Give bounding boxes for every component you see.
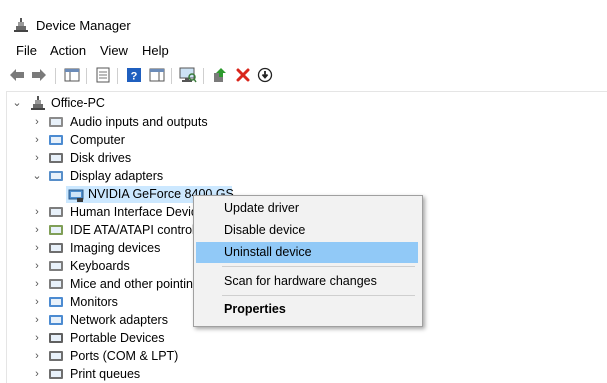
disk-drive-icon (49, 153, 63, 163)
computer-icon (49, 135, 63, 145)
show-action-pane-icon[interactable] (148, 66, 166, 84)
mouse-icon (49, 279, 63, 289)
back-icon[interactable] (8, 66, 26, 84)
speaker-icon (49, 117, 63, 127)
port-icon (49, 351, 63, 361)
camera-icon (49, 243, 63, 253)
menu-help[interactable]: Help (142, 43, 169, 58)
update-driver-icon[interactable] (211, 66, 229, 84)
window-title: Device Manager (36, 18, 131, 33)
tree-category-label: Human Interface Devic (70, 205, 198, 219)
tree-category-label: Monitors (70, 295, 118, 309)
menu-separator (222, 295, 415, 296)
menu-view[interactable]: View (100, 43, 128, 58)
disable-device-icon[interactable] (256, 66, 274, 84)
chevron-right-icon[interactable]: › (32, 131, 42, 149)
menu-scan-hardware[interactable]: Scan for hardware changes (196, 271, 418, 292)
gpu-icon (68, 189, 84, 202)
chevron-right-icon[interactable]: › (32, 221, 42, 239)
computer-root-icon (31, 96, 45, 110)
context-menu: Update driver Disable device Uninstall d… (193, 195, 423, 327)
chevron-right-icon[interactable]: › (32, 239, 42, 257)
chevron-right-icon[interactable]: › (32, 347, 42, 365)
chevron-right-icon[interactable]: › (32, 149, 42, 167)
printer-icon (49, 369, 63, 379)
menu-separator (222, 266, 415, 267)
hid-icon (49, 207, 63, 217)
uninstall-icon[interactable] (234, 66, 252, 84)
tree-root-label[interactable]: Office-PC (51, 94, 105, 112)
chevron-down-icon[interactable]: ⌄ (32, 167, 42, 185)
chevron-down-icon[interactable]: ⌄ (12, 94, 22, 112)
tree-category-label: Portable Devices (70, 331, 165, 345)
menu-properties[interactable]: Properties (196, 299, 418, 320)
menu-update-driver[interactable]: Update driver (196, 198, 418, 219)
tree-category-label: Computer (70, 133, 125, 147)
forward-icon[interactable] (30, 66, 48, 84)
tree-category-label: Keyboards (70, 259, 130, 273)
portable-device-icon (49, 333, 63, 343)
tree-category-label: Audio inputs and outputs (70, 115, 208, 129)
device-manager-icon (14, 18, 28, 32)
title-bar: Device Manager (0, 0, 607, 40)
chevron-right-icon[interactable]: › (32, 113, 42, 131)
chevron-right-icon[interactable]: › (32, 329, 42, 347)
chevron-right-icon[interactable]: › (32, 275, 42, 293)
chevron-right-icon[interactable]: › (32, 311, 42, 329)
chevron-right-icon[interactable]: › (32, 365, 42, 383)
chevron-right-icon[interactable]: › (32, 257, 42, 275)
display-adapter-icon (49, 171, 63, 181)
menu-action[interactable]: Action (50, 43, 86, 58)
monitor-icon (49, 297, 63, 307)
tree-category-label: Ports (COM & LPT) (70, 349, 179, 363)
help-icon[interactable]: ? (125, 66, 143, 84)
network-adapter-icon (49, 315, 63, 325)
menu-file[interactable]: File (16, 43, 37, 58)
properties-icon[interactable] (94, 66, 112, 84)
show-hide-console-tree-icon[interactable] (63, 66, 81, 84)
menu-disable-device[interactable]: Disable device (196, 220, 418, 241)
tree-category-label: Network adapters (70, 313, 168, 327)
ide-controller-icon (49, 225, 63, 235)
chevron-right-icon[interactable]: › (32, 293, 42, 311)
tree-category-label: Imaging devices (70, 241, 161, 255)
svg-text:?: ? (131, 71, 138, 83)
keyboard-icon (49, 261, 63, 271)
tree-category-label: Mice and other pointin (70, 277, 193, 291)
tree-category-label: Print queues (70, 367, 141, 381)
menu-uninstall-device[interactable]: Uninstall device (196, 242, 418, 263)
toolbar: ? (6, 65, 606, 87)
tree-category-label: Disk drives (70, 151, 132, 165)
tree-category-label: Display adapters (70, 169, 164, 183)
scan-hardware-icon[interactable] (179, 66, 197, 84)
tree-category-label: IDE ATA/ATAPI control (70, 223, 195, 237)
chevron-right-icon[interactable]: › (32, 203, 42, 221)
